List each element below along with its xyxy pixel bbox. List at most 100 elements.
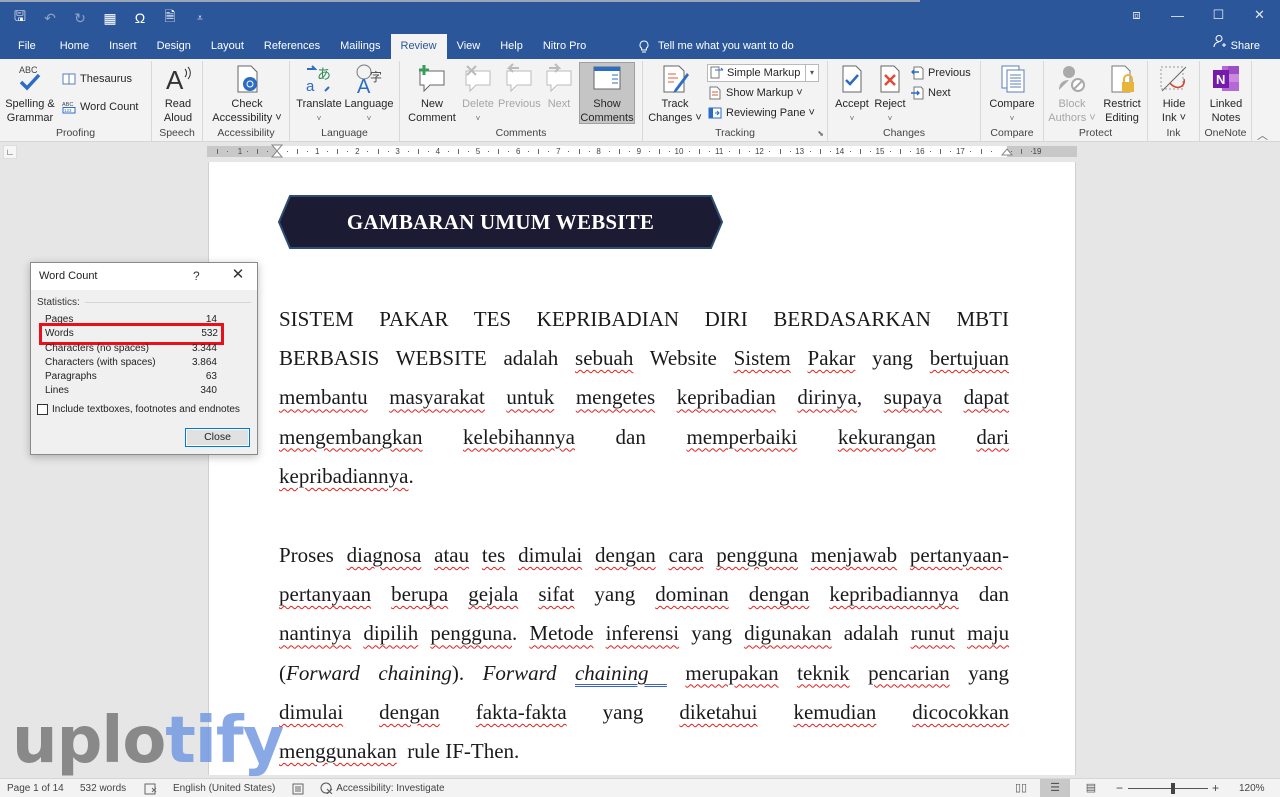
restrict-editing-button[interactable]: Restrict Editing <box>1099 63 1145 125</box>
show-comments-button[interactable]: Show Comments <box>579 62 635 124</box>
next-change-icon <box>911 86 924 100</box>
language-indicator[interactable]: English (United States) <box>173 779 275 797</box>
tab-file[interactable]: File <box>0 34 50 59</box>
reject-dropdown[interactable]: ˅ <box>888 114 893 123</box>
close-window-icon[interactable]: ✕ <box>1239 0 1280 30</box>
document-page[interactable]: GAMBARAN UMUM WEBSITE SISTEM PAKAR TES K… <box>208 162 1076 775</box>
markup-display-select[interactable]: Simple Markup ▾ <box>707 64 819 82</box>
close-icon[interactable]: ✕ <box>229 266 247 284</box>
indent-marker-icon[interactable] <box>271 144 283 160</box>
thesaurus-button[interactable]: Thesaurus <box>62 71 132 87</box>
reviewing-pane-button[interactable]: Reviewing Pane ˅ <box>708 105 815 121</box>
tab-nitro-pro[interactable]: Nitro Pro <box>533 34 596 59</box>
new-comment-button[interactable]: New Comment <box>406 63 458 125</box>
macro-recording-icon[interactable] <box>292 779 304 797</box>
check-accessibility-label-2: Accessibility ˅ <box>212 112 282 124</box>
stat-value: 14 <box>205 314 217 325</box>
collapse-ribbon-icon[interactable]: ︿ <box>1257 127 1268 143</box>
ruler-tick <box>528 151 530 152</box>
show-markup-button[interactable]: Show Markup ˅ <box>708 85 803 101</box>
share-button[interactable]: Share <box>1213 34 1260 59</box>
accept-button[interactable]: Accept ˅ <box>832 63 872 126</box>
tracking-dialog-launcher-icon[interactable]: ⬊ <box>817 129 824 138</box>
next-change-button[interactable]: Next <box>910 85 951 101</box>
ruler-tick <box>307 151 309 152</box>
ruler-area: ∟ 1 19 1 2 3 4 5 6 7 8 9 10 11 12 13 14 15 16 17 <box>0 142 1280 162</box>
tab-home[interactable]: Home <box>50 34 99 59</box>
ribbon-display-options-icon[interactable]: ⧈ <box>1116 0 1157 30</box>
undo-icon[interactable]: ↶ <box>42 10 58 27</box>
next-change-label: Next <box>928 87 951 99</box>
web-layout-button[interactable]: ▤ <box>1076 779 1106 797</box>
svg-text:a: a <box>306 78 315 95</box>
ruler-tick <box>216 149 218 154</box>
tab-insert[interactable]: Insert <box>99 34 147 59</box>
ruler-number: 2 <box>355 147 360 156</box>
page-indicator[interactable]: Page 1 of 14 <box>7 779 64 797</box>
save-icon[interactable]: 🖫 <box>12 6 28 30</box>
zoom-out-button[interactable]: − <box>1116 779 1123 797</box>
help-icon[interactable]: ? <box>193 269 200 283</box>
compare-dropdown[interactable]: ˅ <box>1010 114 1015 123</box>
delete-comment-button[interactable]: Delete ˅ <box>460 63 496 126</box>
accept-dropdown[interactable]: ˅ <box>850 114 855 123</box>
omega-symbol-icon[interactable]: Ω <box>132 10 148 26</box>
include-textboxes-option[interactable]: Include textboxes, footnotes and endnote… <box>37 404 240 415</box>
tab-layout[interactable]: Layout <box>201 34 254 59</box>
word-count-button[interactable]: ABC 123 Word Count <box>62 99 139 115</box>
previous-comment-button[interactable]: Previous <box>498 63 541 111</box>
horizontal-ruler[interactable]: 1 19 1 2 3 4 5 6 7 8 9 10 11 12 13 14 15 16 17 <box>207 144 1077 160</box>
compare-button[interactable]: Compare ˅ <box>987 63 1037 126</box>
tab-mailings[interactable]: Mailings <box>330 34 390 59</box>
customize-qat-icon[interactable]: ⩡ <box>192 13 208 24</box>
redo-icon[interactable]: ↻ <box>72 10 88 27</box>
next-comment-button[interactable]: Next <box>542 63 576 111</box>
read-mode-button[interactable]: ▯▯ <box>1006 779 1036 797</box>
zoom-level[interactable]: 120% <box>1239 779 1265 797</box>
language-button[interactable]: A字 Language ˅ <box>344 63 394 126</box>
maximize-icon[interactable]: ☐ <box>1198 0 1239 30</box>
accessibility-status[interactable]: Accessibility: Investigate <box>320 779 445 797</box>
hide-ink-button[interactable]: Hide Ink ˅ <box>1154 63 1194 125</box>
check-accessibility-button[interactable]: Check Accessibility ˅ <box>207 63 287 125</box>
tell-me-search[interactable]: Tell me what you want to do <box>638 34 794 59</box>
stat-value: 3.344 <box>191 343 217 354</box>
word-count-dialog: Word Count ? ✕ Statistics: Pages 14 Word… <box>30 262 258 455</box>
text-line: Proses diagnosa atau tes dimulai dengan … <box>279 543 1009 567</box>
read-aloud-button[interactable]: A Read Aloud <box>158 63 198 125</box>
book-check-icon[interactable] <box>144 779 158 797</box>
reject-button[interactable]: Reject ˅ <box>872 63 908 126</box>
document-icon[interactable]: 🗎 <box>162 6 178 30</box>
minimize-icon[interactable]: — <box>1157 0 1198 30</box>
zoom-in-button[interactable]: + <box>1212 779 1219 797</box>
previous-change-button[interactable]: Previous <box>910 65 971 81</box>
track-changes-button[interactable]: Track Changes ˅ <box>647 63 703 125</box>
table-icon[interactable]: ▦ <box>102 10 118 27</box>
translate-button[interactable]: aあ Translate ˅ <box>296 63 342 126</box>
language-dropdown[interactable]: ˅ <box>367 114 372 123</box>
tab-review[interactable]: Review <box>390 34 447 59</box>
right-indent-marker-icon[interactable] <box>1001 148 1013 158</box>
translate-dropdown[interactable]: ˅ <box>317 114 322 123</box>
linked-notes-button[interactable]: N Linked Notes <box>1204 63 1248 125</box>
zoom-slider-thumb[interactable] <box>1171 783 1175 794</box>
close-button[interactable]: Close <box>185 428 250 447</box>
stat-row-words: Words 532 <box>39 323 224 345</box>
zoom-slider[interactable] <box>1128 783 1208 794</box>
ruler-tick <box>417 149 419 154</box>
read-aloud-label-2: Aloud <box>163 112 193 124</box>
markup-select-arrow[interactable]: ▾ <box>805 65 818 81</box>
include-textboxes-checkbox[interactable] <box>37 404 48 415</box>
tab-help[interactable]: Help <box>490 34 533 59</box>
tab-stop-selector[interactable]: ∟ <box>3 145 17 159</box>
tab-view[interactable]: View <box>447 34 491 59</box>
stat-label: Pages <box>45 314 74 325</box>
ruler-tick <box>910 151 912 152</box>
tab-design[interactable]: Design <box>147 34 201 59</box>
ruler-tick <box>1010 151 1012 152</box>
print-layout-button[interactable]: ☰ <box>1040 779 1070 797</box>
block-authors-button[interactable]: Block Authors ˅ <box>1048 63 1096 125</box>
spelling-grammar-button[interactable]: ABC Spelling & Grammar <box>4 63 56 125</box>
word-count-indicator[interactable]: 532 words <box>80 779 126 797</box>
tab-references[interactable]: References <box>254 34 330 59</box>
